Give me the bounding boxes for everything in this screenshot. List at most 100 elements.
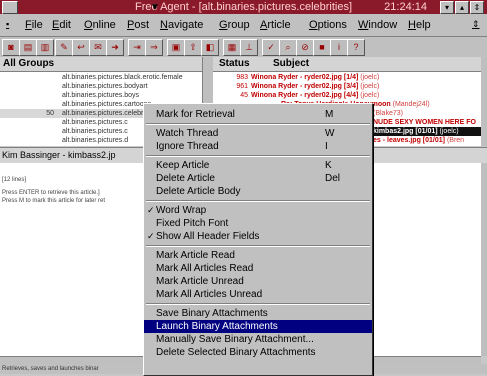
menu-item-keep-article[interactable]: Keep Article K [144,159,372,172]
title-bar: Free Agent - [alt.binaries.pictures.cele… [0,0,487,14]
menu-file[interactable]: File [25,19,43,31]
menu-options[interactable]: Options [309,19,347,31]
menu-separator [146,245,370,247]
menu-item-label: Fixed Pitch Font [156,218,229,229]
menu-item-label: Delete Article Body [156,186,241,197]
menu-item-manually-save-binary-attachment[interactable]: Manually Save Binary Attachment... [144,333,372,346]
mark-read-icon[interactable]: ✓ [262,39,280,56]
checkmark-icon: ✓ [147,205,155,215]
mdi-restore-icon[interactable]: ⇕ [472,19,480,30]
viewer-line: [12 lines] [2,177,27,183]
menu-separator [146,200,370,202]
menu-item-label: Mark Article Read [156,250,235,261]
menu-item-fixed-pitch-font[interactable]: Fixed Pitch Font [144,217,372,230]
skip-icon[interactable]: ⇧ [184,39,202,56]
maximize-icon[interactable]: ▴ [455,1,469,14]
viewer-title: Kim Bassinger - kimbass2.jp [2,150,116,160]
system-menu-icon[interactable] [2,1,18,14]
menu-item-label: Mark Article Unread [156,276,244,287]
stop-icon[interactable]: ■ [313,39,331,56]
status-text: Retrieves, saves and launches binar [2,366,99,372]
table-row[interactable]: 983 Winona Ryder - ryder02.jpg [1/4] (joe… [213,73,481,82]
get-headers-icon[interactable]: ▤ [19,39,37,56]
menu-item-watch-thread[interactable]: Watch Thread W [144,127,372,140]
subject-column-header[interactable]: Subject [273,57,309,71]
mdi-system-icon[interactable]: ▪ [6,19,9,29]
list-item[interactable]: alt.binaries.pictures.bodyart [0,82,211,91]
menu-group[interactable]: Group [219,19,250,31]
post-article-icon[interactable]: ✎ [55,39,73,56]
toolbar: ◙ ▤ ▥ ✎ ↩ ✉ ➜ ⇥ ⇒ ▣ ⇧ ◧ ▦ ⊥ ✓ ⌕ ⊘ ■ i ? [0,37,487,58]
subscribe-icon[interactable]: ◧ [201,39,219,56]
menu-item-word-wrap[interactable]: ✓ Word Wrap [144,204,372,217]
articles-scrollbar[interactable] [481,57,487,146]
forward-icon[interactable]: ➜ [106,39,124,56]
next-thread-icon[interactable]: ⇒ [145,39,163,56]
menu-item-label: Ignore Thread [156,141,219,152]
clock: 21:24:14 [384,1,427,13]
status-column-header[interactable]: Status [219,57,250,71]
list-item[interactable]: alt.binaries.pictures.boys [0,91,211,100]
menu-item-label: Show All Header Fields [156,231,260,242]
menu-separator [146,123,370,125]
reply-icon[interactable]: ↩ [72,39,90,56]
menu-item-mark-all-articles-unread[interactable]: Mark All Articles Unread [144,288,372,301]
get-new-icon[interactable]: ▥ [36,39,54,56]
online-icon[interactable]: ◙ [2,39,20,56]
next-unread-icon[interactable]: ⇥ [128,39,146,56]
menu-item-label: Mark All Articles Unread [156,289,263,300]
pin-icon[interactable]: ⊥ [240,39,258,56]
viewer-line: Press M to mark this article for later r… [2,198,106,204]
menu-item-launch-binary-attachments[interactable]: Launch Binary Attachments [144,320,372,333]
mouse-cursor-icon: ▼ [150,2,160,13]
delete-icon[interactable]: ⊘ [296,39,314,56]
menu-item-show-all-header-fields[interactable]: ✓ Show All Header Fields [144,230,372,243]
articles-pane-header: Status Subject [213,57,481,72]
menu-item-shortcut: I [325,141,328,152]
table-row[interactable]: 961 Winona Ryder - ryder02.jpg [3/4] (joe… [213,82,481,91]
list-item[interactable]: alt.binaries.pictures.black.erotic.femal… [0,73,211,82]
menu-item-shortcut: K [325,160,332,171]
menu-item-mark-all-articles-read[interactable]: Mark All Articles Read [144,262,372,275]
info-icon[interactable]: i [330,39,348,56]
help-icon[interactable]: ? [347,39,365,56]
menu-item-mark-article-read[interactable]: Mark Article Read [144,249,372,262]
menu-item-mark-for-retrieval[interactable]: Mark for Retrieval M [144,108,372,121]
viewer-line: Press ENTER to retrieve this article.] [2,190,100,196]
menu-item-delete-article[interactable]: Delete Article Del [144,172,372,185]
menu-item-label: Manually Save Binary Attachment... [156,334,314,345]
menu-article[interactable]: Article [260,19,291,31]
viewer-scrollbar[interactable] [481,163,487,356]
search-icon[interactable]: ⌕ [279,39,297,56]
restore-icon[interactable]: ⇕ [470,1,484,14]
groups-pane-header[interactable]: All Groups [0,57,211,72]
menu-help[interactable]: Help [408,19,431,31]
menu-item-label: Watch Thread [156,128,219,139]
menu-window[interactable]: Window [358,19,397,31]
menu-item-ignore-thread[interactable]: Ignore Thread I [144,140,372,153]
menu-item-label: Delete Article [156,173,215,184]
minimize-icon[interactable]: ▾ [440,1,454,14]
menu-separator [146,155,370,157]
menu-item-label: Save Binary Attachments [156,308,268,319]
menu-item-delete-selected-binary-attachments[interactable]: Delete Selected Binary Attachments [144,346,372,359]
menu-item-label: Delete Selected Binary Attachments [156,347,316,358]
menu-online[interactable]: Online [84,19,116,31]
table-row[interactable]: 45 Winona Ryder - ryder02.jpg [4/4] (joel… [213,91,481,100]
menu-post[interactable]: Post [127,19,149,31]
menu-item-shortcut: M [325,109,334,120]
menu-navigate[interactable]: Navigate [160,19,203,31]
menu-item-mark-article-unread[interactable]: Mark Article Unread [144,275,372,288]
menu-edit[interactable]: Edit [52,19,71,31]
menu-item-save-binary-attachments[interactable]: Save Binary Attachments [144,307,372,320]
window-title: Free Agent - [alt.binaries.pictures.cele… [135,1,353,13]
view-icon[interactable]: ▦ [223,39,241,56]
menu-item-shortcut: Del [325,173,341,184]
menu-separator [146,303,370,305]
menu-item-shortcut: W [325,128,335,139]
menu-item-label: Word Wrap [156,205,207,216]
thread-icon[interactable]: ▣ [167,39,185,56]
email-icon[interactable]: ✉ [89,39,107,56]
menu-item-delete-article-body[interactable]: Delete Article Body [144,185,372,198]
context-menu: Mark for Retrieval M Watch Thread W Ignore T… [143,103,373,376]
